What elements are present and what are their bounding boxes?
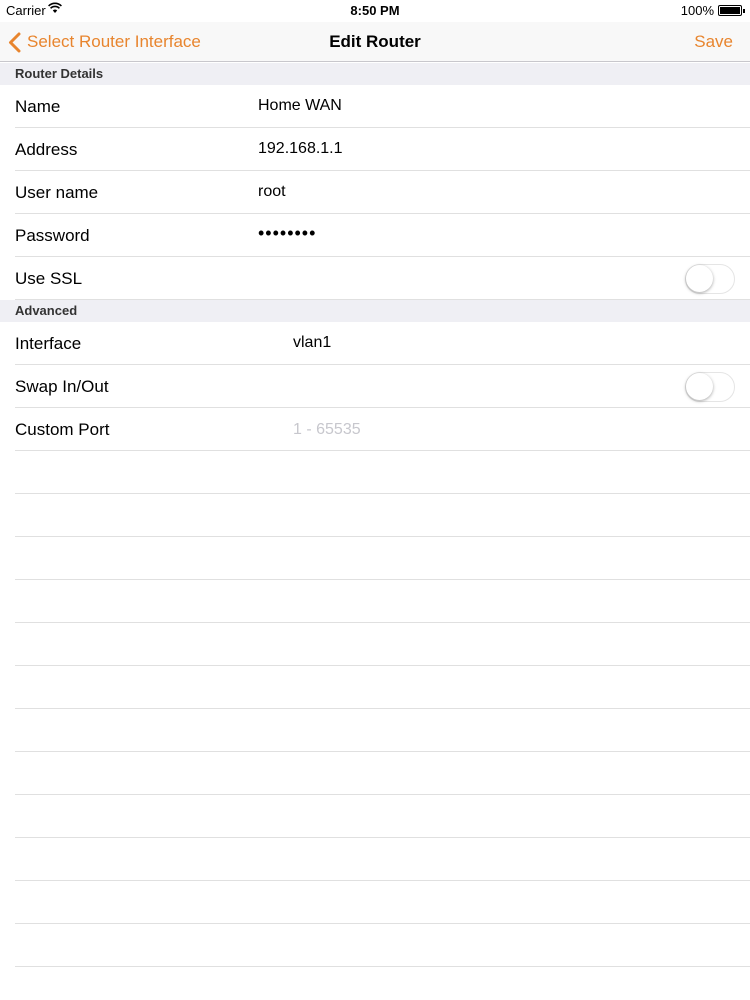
use-ssl-row: Use SSL: [0, 257, 750, 300]
use-ssl-label: Use SSL: [15, 269, 83, 288]
toggle-knob: [686, 373, 713, 400]
password-row[interactable]: Password ••••••••: [0, 214, 750, 257]
empty-row-separator: [15, 923, 750, 924]
username-label: User name: [15, 183, 99, 202]
empty-row-separator: [15, 880, 750, 881]
use-ssl-toggle[interactable]: [685, 264, 735, 294]
clock: 8:50 PM: [350, 3, 400, 18]
page-title: Edit Router: [329, 32, 421, 51]
address-field[interactable]: 192.168.1.1: [258, 140, 343, 158]
empty-row-separator: [15, 794, 750, 795]
interface-row[interactable]: Interface vlan1: [0, 322, 750, 365]
username-row[interactable]: User name root: [0, 171, 750, 214]
custom-port-row[interactable]: Custom Port 1 - 65535: [0, 408, 750, 451]
battery-icon: [718, 5, 745, 16]
password-field[interactable]: ••••••••: [258, 223, 316, 244]
status-bar: Carrier 8:50 PM 100%: [0, 0, 750, 22]
empty-row-separator: [15, 622, 750, 623]
section-header-advanced: Advanced: [0, 300, 750, 322]
empty-row-separator: [15, 837, 750, 838]
name-field[interactable]: Home WAN: [258, 97, 342, 115]
name-label: Name: [15, 97, 61, 116]
name-row[interactable]: Name Home WAN: [0, 85, 750, 128]
empty-row-separator: [15, 579, 750, 580]
empty-row-separator: [15, 665, 750, 666]
toggle-knob: [686, 265, 713, 292]
navigation-bar: Select Router Interface Edit Router Save: [0, 22, 750, 62]
section-header-router-details: Router Details: [0, 63, 750, 85]
empty-row-separator: [15, 536, 750, 537]
interface-label: Interface: [15, 334, 82, 353]
custom-port-label: Custom Port: [15, 420, 110, 439]
empty-row-separator: [15, 493, 750, 494]
interface-value[interactable]: vlan1: [293, 334, 331, 352]
address-label: Address: [15, 140, 78, 159]
empty-row-separator: [15, 751, 750, 752]
save-button[interactable]: Save: [694, 32, 733, 52]
swap-label: Swap In/Out: [15, 377, 109, 396]
empty-row-separator: [15, 966, 750, 967]
swap-row: Swap In/Out: [0, 365, 750, 408]
swap-toggle[interactable]: [685, 372, 735, 402]
empty-row-separator: [15, 708, 750, 709]
password-label: Password: [15, 226, 90, 245]
username-field[interactable]: root: [258, 183, 286, 201]
custom-port-input[interactable]: 1 - 65535: [293, 421, 361, 439]
battery-percent: 100%: [680, 3, 714, 18]
address-row[interactable]: Address 192.168.1.1: [0, 128, 750, 171]
